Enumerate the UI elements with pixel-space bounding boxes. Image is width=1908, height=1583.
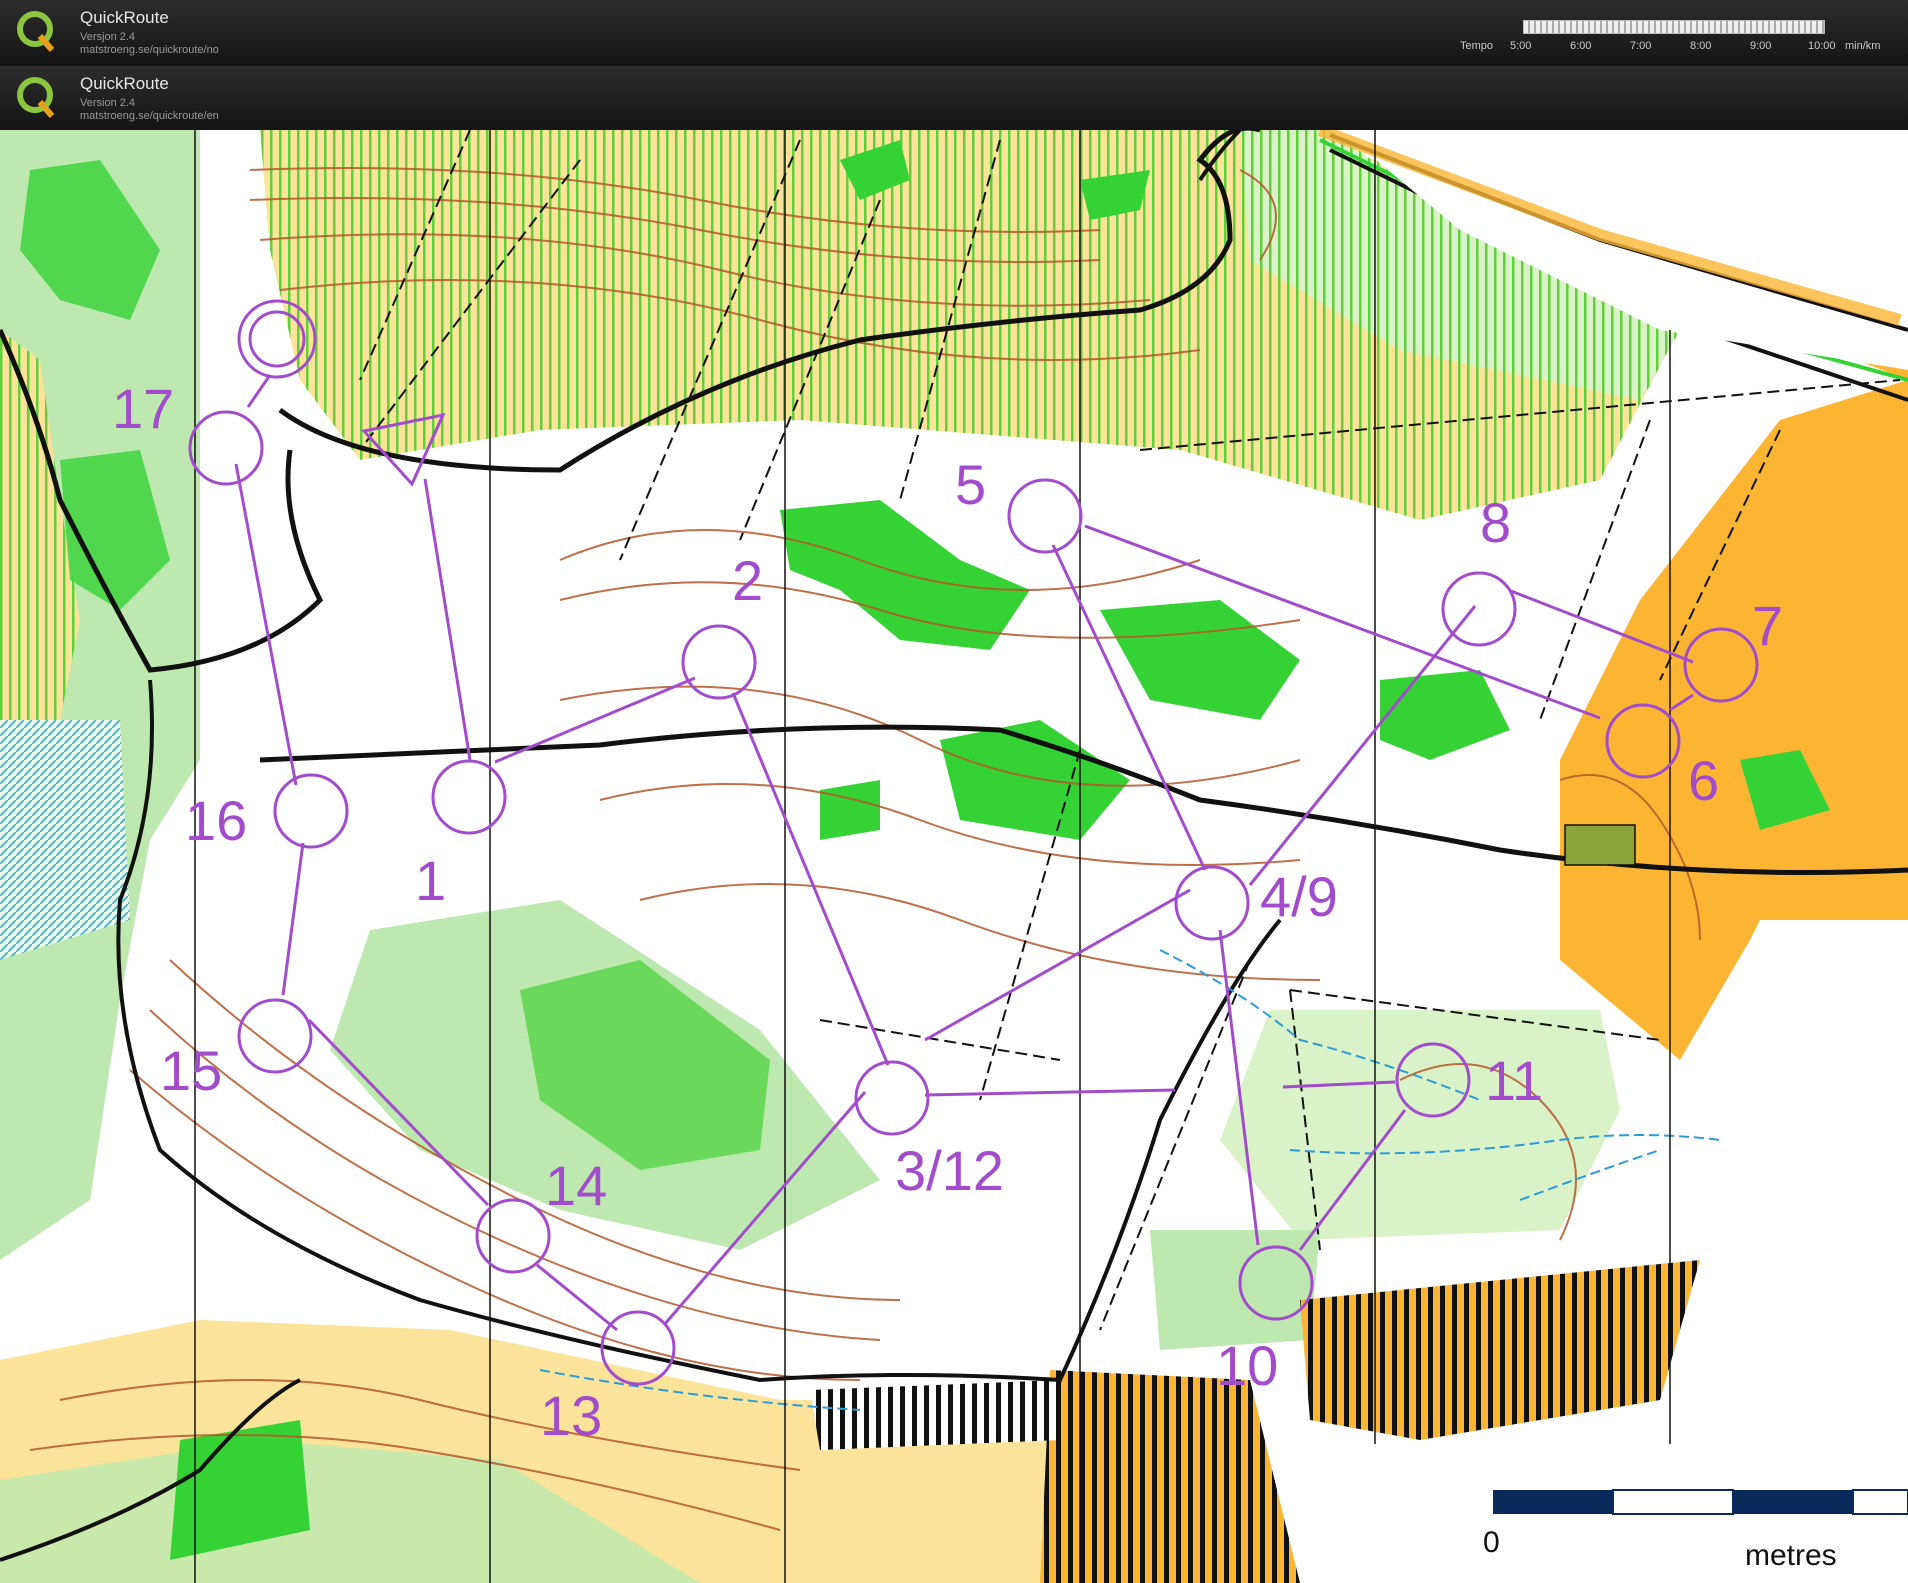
forest-light (1150, 1230, 1320, 1350)
app-title: QuickRoute (80, 74, 169, 93)
building (1564, 824, 1636, 866)
tempo-tick: 9:00 (1750, 40, 1772, 52)
control-number: 11 (1485, 1049, 1543, 1112)
marsh (0, 720, 130, 960)
app-title: QuickRoute (80, 8, 169, 27)
app-url: matstroeng.se/quickroute/no (80, 44, 219, 56)
orienteering-map[interactable]: 0 metres 1 2 3/12 4/9 5 6 7 8 10 11 13 1… (0, 130, 1908, 1583)
control-number: 5 (955, 453, 986, 516)
tempo-tick: 7:00 (1630, 40, 1652, 52)
tempo-tick: 6:00 (1570, 40, 1592, 52)
app-version: Version 2.4 (80, 97, 136, 109)
control-number: 6 (1688, 749, 1719, 812)
control-number: 15 (160, 1039, 222, 1102)
control-number: 2 (732, 549, 763, 612)
control-number: 7 (1752, 594, 1783, 657)
control-number: 17 (112, 377, 174, 440)
control-number: 16 (185, 789, 247, 852)
quickroute-logo-icon (17, 11, 55, 52)
quickroute-titlebar-en: QuickRoute Version 2.4 matstroeng.se/qui… (0, 66, 1908, 132)
scale-bar: 0 metres (1483, 1485, 1908, 1583)
control-number: 14 (545, 1154, 607, 1217)
out-of-bounds (810, 1380, 1060, 1450)
control-number: 10 (1216, 1334, 1278, 1397)
tempo-unit: min/km (1845, 40, 1881, 52)
quickroute-logo-icon (17, 77, 55, 118)
control-number: 3/12 (895, 1139, 1004, 1202)
control-number: 8 (1480, 491, 1511, 554)
app-version: Versjon 2.4 (80, 31, 136, 43)
quickroute-titlebar-no: QuickRoute Versjon 2.4 matstroeng.se/qui… (0, 0, 1908, 68)
control-number: 4/9 (1260, 865, 1338, 928)
control-number: 13 (540, 1384, 602, 1447)
tempo-scale-bar (1523, 20, 1825, 34)
tempo-tick: 8:00 (1690, 40, 1712, 52)
tempo-label: Tempo (1460, 40, 1494, 52)
scale-zero-label: 0 (1483, 1526, 1500, 1559)
scale-unit-label: metres (1745, 1539, 1837, 1572)
tempo-tick: 5:00 (1510, 40, 1532, 52)
tempo-legend: Tempo 5:00 6:00 7:00 8:00 9:00 10:00 min… (1460, 14, 1900, 56)
map-canvas: 0 metres 1 2 3/12 4/9 5 6 7 8 10 11 13 1… (0, 130, 1908, 1583)
control-number: 1 (415, 849, 446, 912)
vegetation (820, 780, 880, 840)
tempo-tick: 10:00 (1808, 40, 1836, 52)
app-url: matstroeng.se/quickroute/en (80, 110, 219, 122)
